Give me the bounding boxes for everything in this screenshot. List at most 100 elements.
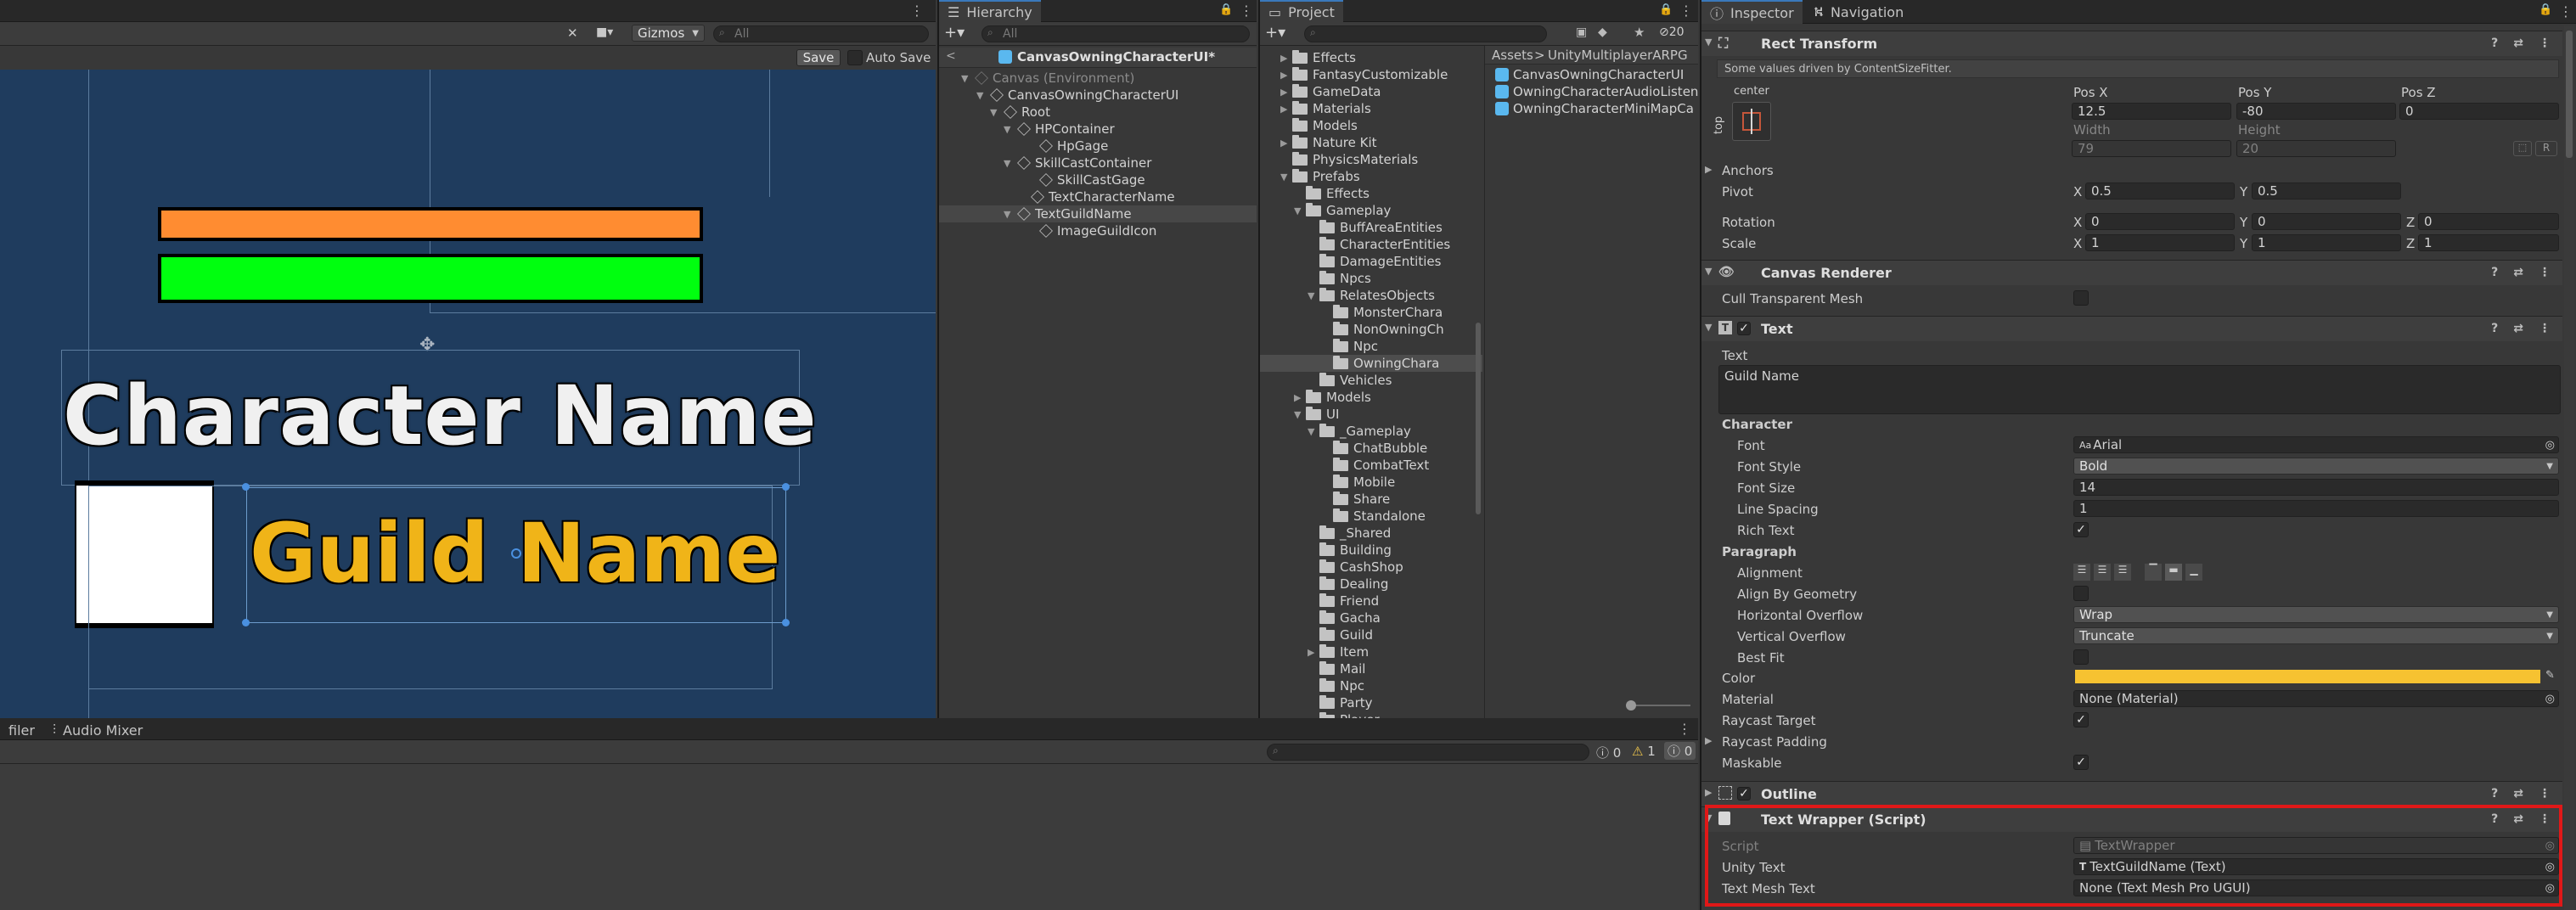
eyedropper-icon[interactable]: ✎ <box>2545 669 2555 682</box>
align-top-icon[interactable]: ▔ <box>2145 564 2162 581</box>
hierarchy-item[interactable]: ▼ SkillCastContainer <box>939 154 1257 171</box>
project-folder-item[interactable]: Models <box>1260 117 1482 134</box>
hierarchy-item[interactable]: TextCharacterName <box>939 188 1257 205</box>
hp-gauge-bar[interactable] <box>158 207 703 241</box>
chevron-icon[interactable]: ▼ <box>1004 158 1015 169</box>
skill-gauge-bar[interactable] <box>158 254 703 303</box>
more-icon[interactable]: ⋮ <box>1678 721 1691 737</box>
project-folder-item[interactable]: ▶ Materials <box>1260 100 1482 117</box>
lock-icon[interactable]: 🔒 <box>1219 3 1233 16</box>
scale-z-field[interactable]: 1 <box>2418 234 2559 251</box>
file-item[interactable]: OwningCharacterAudioListen <box>1495 83 1698 100</box>
chevron-icon[interactable]: ▶ <box>1280 138 1292 149</box>
font-field[interactable]: Aa Arial ◎ <box>2073 436 2559 453</box>
project-folder-item[interactable]: PhysicsMaterials <box>1260 151 1482 168</box>
add-icon[interactable]: +▾ <box>1265 24 1285 42</box>
breadcrumb-item[interactable]: UnityMultiplayerARPG <box>1548 48 1688 63</box>
more-icon[interactable]: ⋮ <box>1240 3 1253 19</box>
chevron-icon[interactable]: ▼ <box>961 73 973 84</box>
pivot-x-field[interactable]: 0.5 <box>2085 183 2235 199</box>
project-folder-item[interactable]: CashShop <box>1260 559 1482 576</box>
project-folder-item[interactable]: Npcs <box>1260 270 1482 287</box>
project-folder-item[interactable]: Standalone <box>1260 508 1482 525</box>
gizmos-dropdown[interactable]: Gizmos <box>632 25 705 42</box>
scene-search-input[interactable]: ⌕ All <box>713 25 929 42</box>
posx-field[interactable]: 12.5 <box>2072 103 2231 120</box>
more-icon[interactable]: ⋮ <box>2539 37 2551 50</box>
more-icon[interactable]: ⋮ <box>2539 322 2551 335</box>
scene-canvas[interactable]: ✥ Character Name Guild Name <box>0 70 936 718</box>
project-folder-item[interactable]: ▼ Prefabs <box>1260 168 1482 185</box>
pivot-handle[interactable] <box>511 548 521 559</box>
h-overflow-dropdown[interactable]: Wrap <box>2073 606 2559 623</box>
align-left-icon[interactable]: ☰ <box>2073 564 2090 581</box>
preset-icon[interactable]: ⇄ <box>2513 787 2523 800</box>
project-folder-item[interactable]: Vehicles <box>1260 372 1482 389</box>
project-folder-item[interactable]: ▼ RelatesObjects <box>1260 287 1482 304</box>
project-folder-item[interactable]: Effects <box>1260 185 1482 202</box>
info-count-badge[interactable]: ⓘ 0 <box>1596 744 1621 761</box>
help-icon[interactable]: ? <box>2491 322 2498 335</box>
blueprint-button[interactable]: ⬚ <box>2513 141 2532 156</box>
rect-transform-header[interactable]: ▼ ⛶ Rect Transform ? ⇄ ⋮ <box>1701 31 2562 56</box>
project-folder-item[interactable]: MonsterChara <box>1260 304 1482 321</box>
chevron-icon[interactable]: ▼ <box>1004 124 1015 135</box>
more-icon[interactable]: ⋮ <box>1679 3 1693 19</box>
resize-handle[interactable] <box>242 619 250 626</box>
project-folder-item[interactable]: BuffAreaEntities <box>1260 219 1482 236</box>
project-folder-item[interactable]: ▼ Gameplay <box>1260 202 1482 219</box>
font-style-dropdown[interactable]: Bold <box>2073 458 2559 475</box>
help-icon[interactable]: ? <box>2491 266 2498 279</box>
align-bottom-icon[interactable]: ▁ <box>2185 564 2202 581</box>
line-spacing-field[interactable]: 1 <box>2073 500 2559 517</box>
hierarchy-item[interactable]: ▼ CanvasOwningCharacterUI <box>939 87 1257 104</box>
hierarchy-item[interactable]: HpGage <box>939 138 1257 154</box>
chevron-icon[interactable]: ▼ <box>1308 290 1319 301</box>
project-folder-item[interactable]: Mobile <box>1260 474 1482 491</box>
rot-x-field[interactable]: 0 <box>2085 213 2235 230</box>
chevron-down-icon[interactable]: ▼ <box>1705 322 1712 333</box>
material-field[interactable]: None (Material) ◎ <box>2073 690 2559 707</box>
add-icon[interactable]: +▾ <box>944 24 965 42</box>
align-center-icon[interactable]: ☰ <box>2094 564 2111 581</box>
hierarchy-item[interactable]: ▼ TextGuildName <box>939 205 1257 222</box>
project-folder-item[interactable]: Gacha <box>1260 609 1482 626</box>
outline-header[interactable]: ▶ ✓ Outline ? ⇄ ⋮ <box>1701 781 2562 806</box>
component-icons[interactable]: ? ⇄ ⋮ <box>2491 787 2551 800</box>
help-icon[interactable]: ? <box>2491 37 2498 50</box>
lock-icon[interactable]: 🔒 <box>1659 3 1673 16</box>
project-folder-item[interactable]: Share <box>1260 491 1482 508</box>
raycast-target-checkbox[interactable]: ✓ <box>2073 712 2089 727</box>
align-geometry-checkbox[interactable] <box>2073 586 2089 601</box>
autosave-checkbox[interactable] <box>847 50 863 65</box>
project-folder-item[interactable]: ▶ Item <box>1260 643 1482 660</box>
project-folder-item[interactable]: Party <box>1260 694 1482 711</box>
hierarchy-item[interactable]: ▼ HPContainer <box>939 121 1257 138</box>
project-folder-item[interactable]: Player <box>1260 711 1482 718</box>
resize-handle[interactable] <box>242 483 250 491</box>
scale-y-field[interactable]: 1 <box>2252 234 2401 251</box>
hidden-count[interactable]: ⊘20 <box>1659 25 1685 39</box>
maskable-checkbox[interactable]: ✓ <box>2073 755 2089 770</box>
project-folder-item[interactable]: OwningChara <box>1260 355 1482 372</box>
project-folder-item[interactable]: Guild <box>1260 626 1482 643</box>
anchors-label[interactable]: Anchors <box>1722 163 1774 178</box>
project-folder-item[interactable]: ▶ GameData <box>1260 83 1482 100</box>
icon-size-slider[interactable] <box>1626 700 1690 711</box>
tab-profiler[interactable]: filer <box>0 718 43 742</box>
hierarchy-item[interactable]: ▼ Root <box>939 104 1257 121</box>
character-name-text[interactable]: Character Name <box>63 368 817 463</box>
tab-inspector[interactable]: ⓘ Inspector <box>1701 0 1803 24</box>
lock-icon[interactable]: 🔒 <box>2539 3 2552 16</box>
project-folder-item[interactable]: ▼ UI <box>1260 406 1482 423</box>
chevron-icon[interactable]: ▼ <box>1004 209 1015 220</box>
project-folder-item[interactable]: Npc <box>1260 677 1482 694</box>
console-search-input[interactable]: ⌕ <box>1267 744 1589 761</box>
resize-handle[interactable] <box>782 483 790 491</box>
tools-icon[interactable]: ✕ <box>567 25 578 41</box>
tab-hierarchy[interactable]: ☰ Hierarchy <box>939 0 1041 22</box>
save-button[interactable]: Save <box>796 49 841 66</box>
chevron-icon[interactable]: ▶ <box>1280 53 1292 64</box>
tab-audio-mixer[interactable]: ⫶ Audio Mixer <box>44 718 151 742</box>
text-component-header[interactable]: ▼ T ✓ Text ? ⇄ ⋮ <box>1701 316 2562 341</box>
